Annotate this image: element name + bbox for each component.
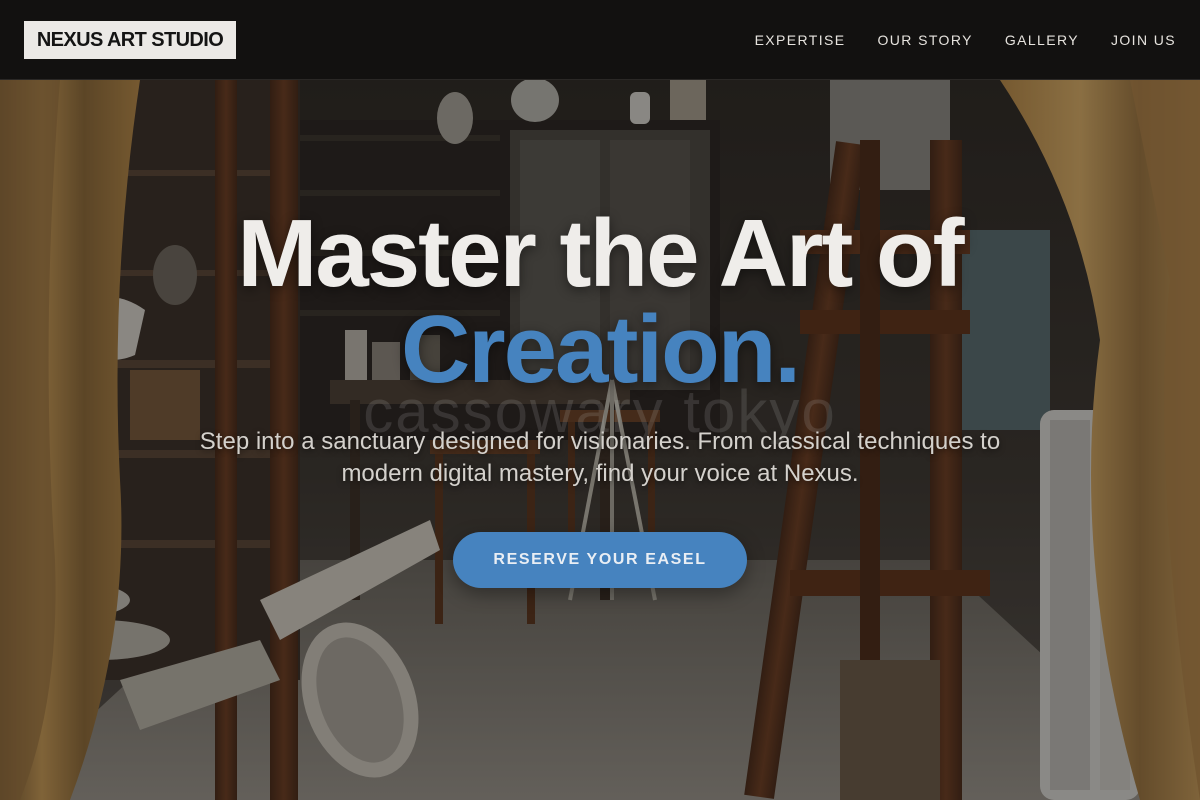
nav-link-gallery[interactable]: GALLERY	[1005, 32, 1079, 48]
page: NEXUS ART STUDIO EXPERTISE OUR STORY GAL…	[0, 0, 1200, 800]
main-nav: EXPERTISE OUR STORY GALLERY JOIN US	[755, 0, 1176, 80]
headline-line-1: Master the Art of	[237, 200, 964, 307]
reserve-easel-button[interactable]: RESERVE YOUR EASEL	[453, 532, 747, 588]
logo[interactable]: NEXUS ART STUDIO	[24, 21, 236, 59]
headline-accent: Creation.	[400, 296, 801, 403]
nav-link-join-us[interactable]: JOIN US	[1111, 32, 1176, 48]
hero-subtext: Step into a sanctuary designed for visio…	[199, 428, 1001, 487]
nav-link-our-story[interactable]: OUR STORY	[878, 32, 973, 48]
nav-link-expertise[interactable]: EXPERTISE	[755, 32, 846, 48]
site-header: NEXUS ART STUDIO EXPERTISE OUR STORY GAL…	[0, 0, 1200, 80]
hero-content: cassowary tokyo Master the Art of Creati…	[0, 80, 1200, 800]
hero-headline: Master the Art of Creation.	[0, 206, 1200, 398]
